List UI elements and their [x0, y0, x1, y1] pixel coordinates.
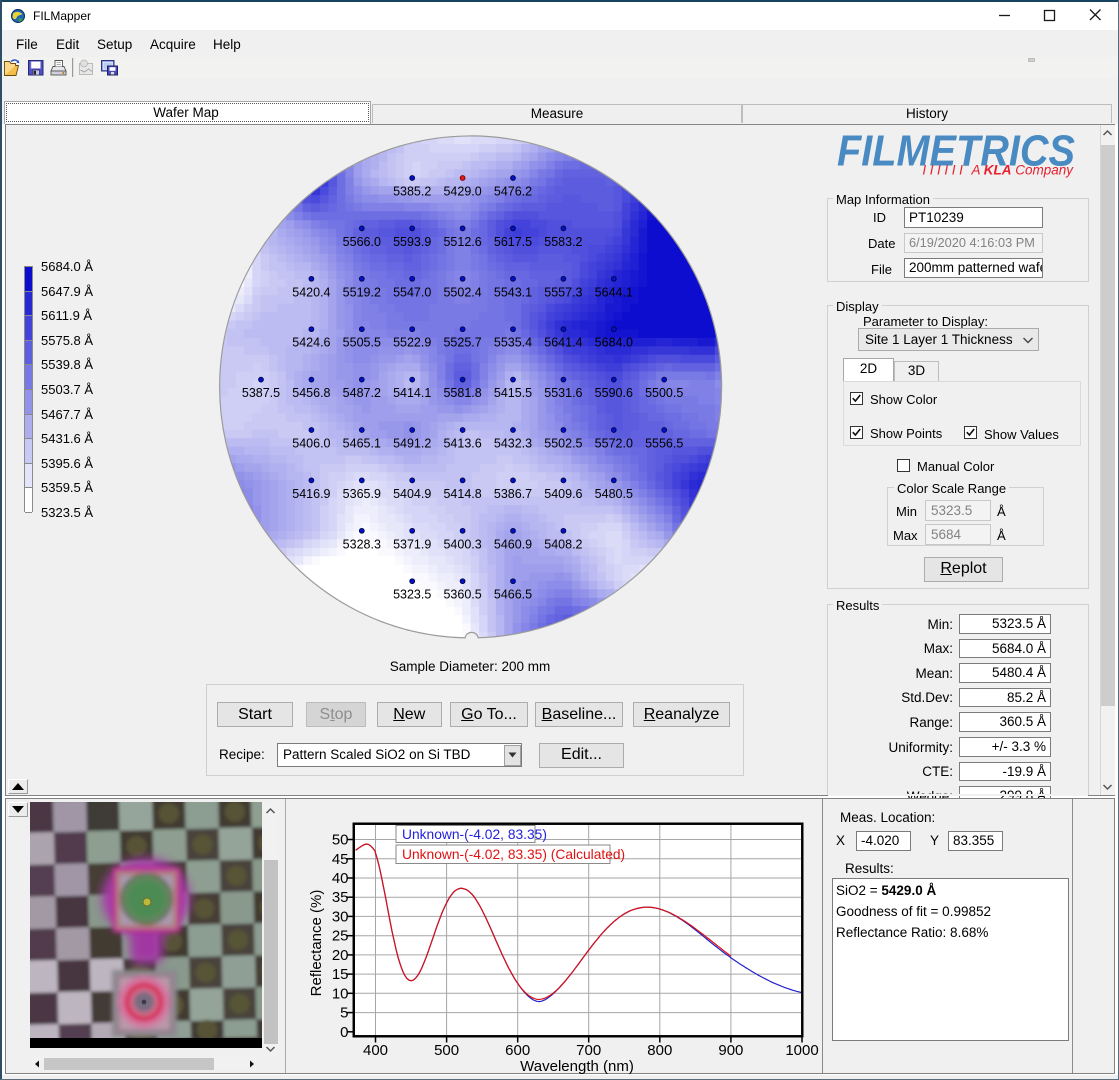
svg-text:Unknown-(-4.02, 83.35): Unknown-(-4.02, 83.35)	[402, 827, 547, 842]
svg-text:5416.9: 5416.9	[292, 487, 330, 501]
svg-text:700: 700	[576, 1042, 601, 1059]
svg-text:800: 800	[647, 1042, 672, 1059]
svg-text:Wavelength (nm): Wavelength (nm)	[520, 1058, 634, 1075]
svg-text:5406.0: 5406.0	[292, 437, 330, 451]
svg-text:5684.0: 5684.0	[595, 336, 633, 350]
svg-text:5476.2: 5476.2	[494, 185, 532, 199]
svg-text:5400.3: 5400.3	[443, 537, 481, 551]
svg-text:5323.5: 5323.5	[393, 588, 431, 602]
svg-text:5543.1: 5543.1	[494, 285, 532, 299]
svg-text:5480.5: 5480.5	[595, 487, 633, 501]
svg-text:5424.6: 5424.6	[292, 336, 330, 350]
svg-text:5404.9: 5404.9	[393, 487, 431, 501]
svg-text:0: 0	[340, 1024, 348, 1041]
svg-text:5581.8: 5581.8	[443, 386, 481, 400]
svg-text:5371.9: 5371.9	[393, 537, 431, 551]
svg-text:900: 900	[718, 1042, 743, 1059]
svg-text:5360.5: 5360.5	[443, 588, 481, 602]
svg-text:5502.4: 5502.4	[443, 285, 481, 299]
svg-text:10: 10	[332, 985, 349, 1002]
svg-text:500: 500	[434, 1042, 459, 1059]
svg-text:5617.5: 5617.5	[494, 235, 532, 249]
svg-text:50: 50	[332, 832, 349, 849]
svg-text:5409.6: 5409.6	[544, 487, 582, 501]
svg-text:5387.5: 5387.5	[242, 386, 280, 400]
svg-text:5: 5	[340, 1005, 348, 1022]
svg-text:IIIIIIA KLA Company: IIIIIIA KLA Company	[922, 163, 1074, 178]
svg-text:5583.2: 5583.2	[544, 235, 582, 249]
svg-text:5328.3: 5328.3	[343, 537, 381, 551]
svg-text:5456.8: 5456.8	[292, 386, 330, 400]
svg-text:5505.5: 5505.5	[343, 336, 381, 350]
svg-text:1000: 1000	[785, 1042, 818, 1059]
svg-text:5365.9: 5365.9	[343, 487, 381, 501]
svg-text:5522.9: 5522.9	[393, 336, 431, 350]
svg-text:5386.7: 5386.7	[494, 487, 532, 501]
svg-text:5557.3: 5557.3	[544, 285, 582, 299]
svg-text:Unknown-(-4.02, 83.35) (Calcul: Unknown-(-4.02, 83.35) (Calculated)	[402, 847, 625, 862]
svg-text:Reflectance (%): Reflectance (%)	[308, 890, 325, 997]
svg-text:5547.0: 5547.0	[393, 285, 431, 299]
svg-text:5385.2: 5385.2	[393, 185, 431, 199]
svg-text:5420.4: 5420.4	[292, 285, 330, 299]
svg-text:5491.2: 5491.2	[393, 437, 431, 451]
svg-text:45: 45	[332, 851, 349, 868]
svg-text:5415.5: 5415.5	[494, 386, 532, 400]
svg-text:5531.6: 5531.6	[544, 386, 582, 400]
svg-text:5519.2: 5519.2	[343, 285, 381, 299]
svg-text:400: 400	[363, 1042, 388, 1059]
svg-text:5593.9: 5593.9	[393, 235, 431, 249]
svg-text:5641.4: 5641.4	[544, 336, 582, 350]
svg-text:5414.1: 5414.1	[393, 386, 431, 400]
svg-text:15: 15	[332, 966, 349, 983]
svg-text:5502.5: 5502.5	[544, 437, 582, 451]
svg-text:5413.6: 5413.6	[443, 437, 481, 451]
svg-text:40: 40	[332, 870, 349, 887]
svg-text:5465.1: 5465.1	[343, 437, 381, 451]
svg-text:30: 30	[332, 908, 349, 925]
svg-text:5572.0: 5572.0	[595, 437, 633, 451]
svg-text:5408.2: 5408.2	[544, 537, 582, 551]
svg-text:25: 25	[332, 928, 349, 945]
svg-text:20: 20	[332, 947, 349, 964]
svg-text:5535.4: 5535.4	[494, 336, 532, 350]
svg-text:5429.0: 5429.0	[443, 185, 481, 199]
svg-text:5512.6: 5512.6	[443, 235, 481, 249]
svg-text:5644.1: 5644.1	[595, 285, 633, 299]
svg-text:5414.8: 5414.8	[443, 487, 481, 501]
svg-text:5487.2: 5487.2	[343, 386, 381, 400]
svg-text:5556.5: 5556.5	[645, 437, 683, 451]
svg-text:5432.3: 5432.3	[494, 437, 532, 451]
svg-text:35: 35	[332, 889, 349, 906]
svg-text:5566.0: 5566.0	[343, 235, 381, 249]
svg-text:5590.6: 5590.6	[595, 386, 633, 400]
svg-text:5460.9: 5460.9	[494, 537, 532, 551]
svg-text:600: 600	[505, 1042, 530, 1059]
svg-text:5500.5: 5500.5	[645, 386, 683, 400]
svg-text:5525.7: 5525.7	[443, 336, 481, 350]
svg-text:5466.5: 5466.5	[494, 588, 532, 602]
